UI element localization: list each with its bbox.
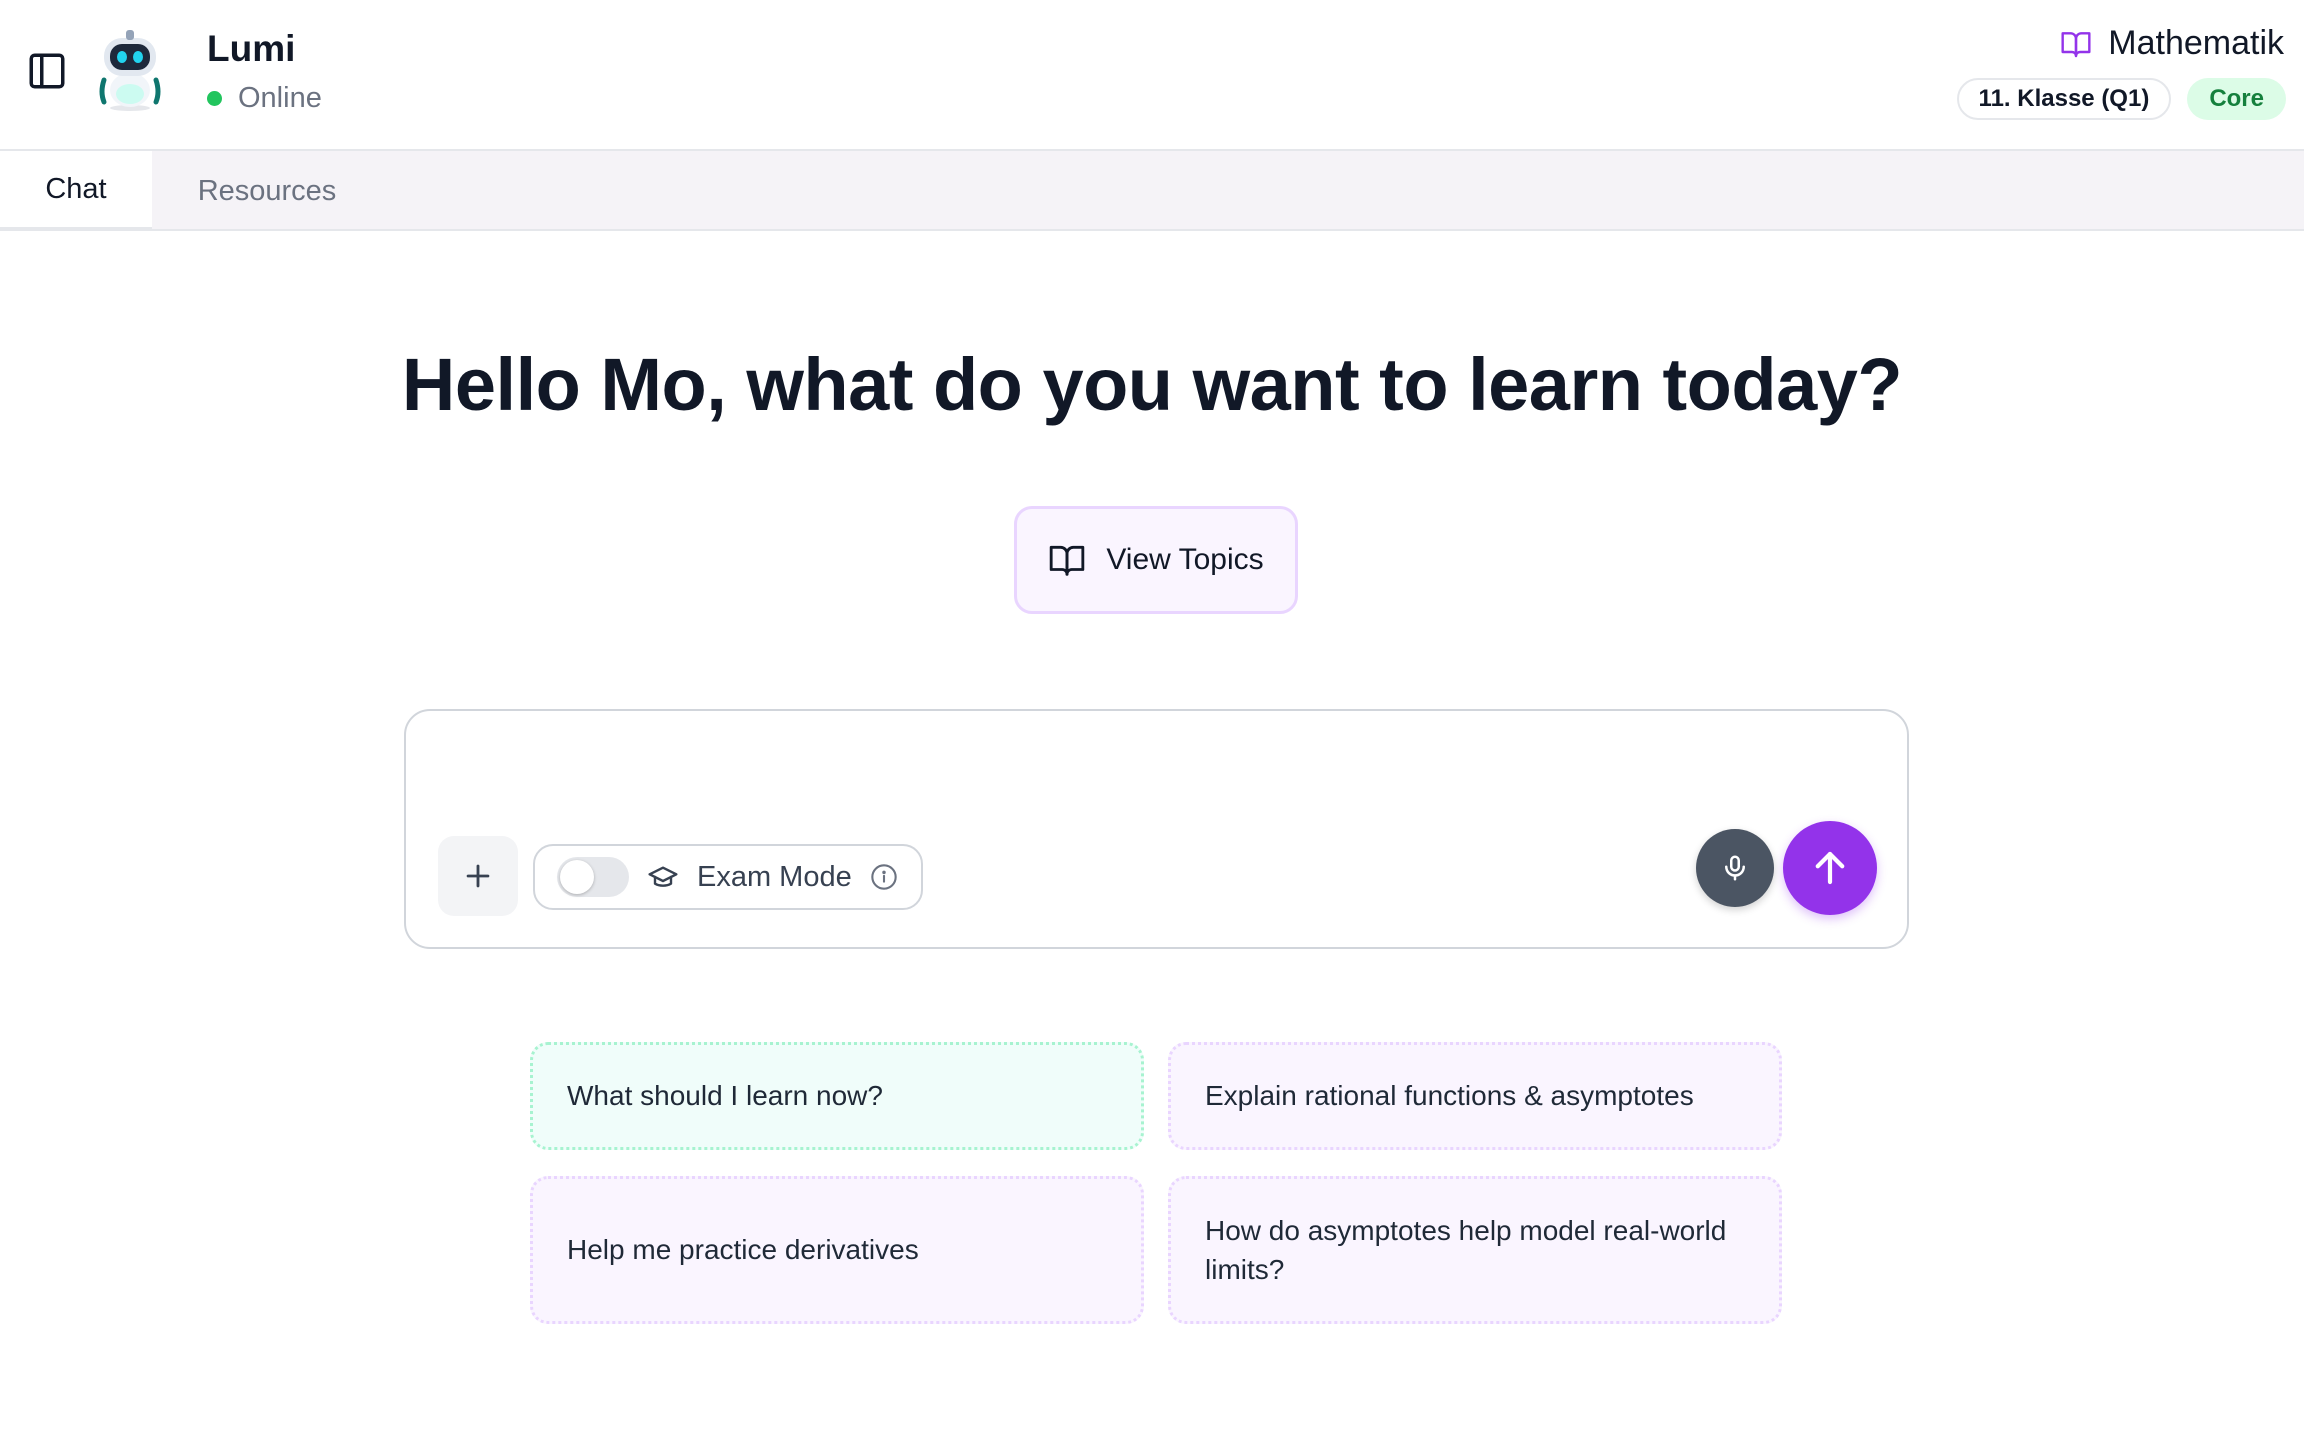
level-badge: Core: [2187, 78, 2286, 120]
subject-label: Mathematik: [2060, 24, 2284, 63]
tab-chat[interactable]: Chat: [0, 151, 152, 231]
microphone-icon: [1725, 855, 1745, 881]
online-dot-icon: [207, 91, 222, 106]
status-indicator: Online: [207, 82, 322, 115]
send-button[interactable]: [1783, 821, 1877, 915]
book-open-icon: [2061, 31, 2091, 57]
info-icon[interactable]: [870, 863, 898, 891]
exam-mode-label: Exam Mode: [697, 860, 852, 893]
tab-bar: Chat Resources: [0, 151, 2304, 231]
message-composer: Exam Mode: [404, 709, 1909, 949]
graduation-cap-icon: [648, 866, 678, 887]
plus-icon: [466, 864, 490, 888]
suggestion-card[interactable]: How do asymptotes help model real-world …: [1168, 1176, 1782, 1324]
arrow-up-icon: [1815, 851, 1845, 885]
suggestion-card[interactable]: What should I learn now?: [530, 1042, 1144, 1150]
avatar: [90, 28, 170, 112]
sidebar-toggle-button[interactable]: [22, 46, 72, 96]
view-topics-label: View Topics: [1106, 543, 1264, 576]
exam-mode-toggle[interactable]: [557, 857, 629, 897]
add-attachment-button[interactable]: [438, 836, 518, 916]
book-open-icon: [1050, 545, 1085, 576]
suggestion-card[interactable]: Explain rational functions & asymptotes: [1168, 1042, 1782, 1150]
greeting-heading: Hello Mo, what do you want to learn toda…: [401, 343, 1903, 426]
message-input[interactable]: [436, 733, 1876, 803]
robot-avatar-icon: [99, 30, 161, 111]
microphone-button[interactable]: [1696, 829, 1774, 907]
bot-name: Lumi: [207, 28, 296, 69]
tab-resources[interactable]: Resources: [152, 151, 382, 231]
app-header: Lumi Online Mathematik 11. Klasse (Q1) C…: [0, 0, 2304, 151]
grade-badge: 11. Klasse (Q1): [1956, 78, 2172, 120]
badge-group: 11. Klasse (Q1) Core: [1956, 78, 2286, 120]
exam-mode-control: Exam Mode: [533, 844, 923, 910]
sidebar-toggle-icon: [29, 53, 65, 89]
status-text: Online: [238, 82, 322, 114]
view-topics-button[interactable]: View Topics: [1014, 506, 1298, 614]
toggle-knob: [560, 860, 594, 894]
subject-name: Mathematik: [2108, 24, 2284, 62]
suggestion-card[interactable]: Help me practice derivatives: [530, 1176, 1144, 1324]
